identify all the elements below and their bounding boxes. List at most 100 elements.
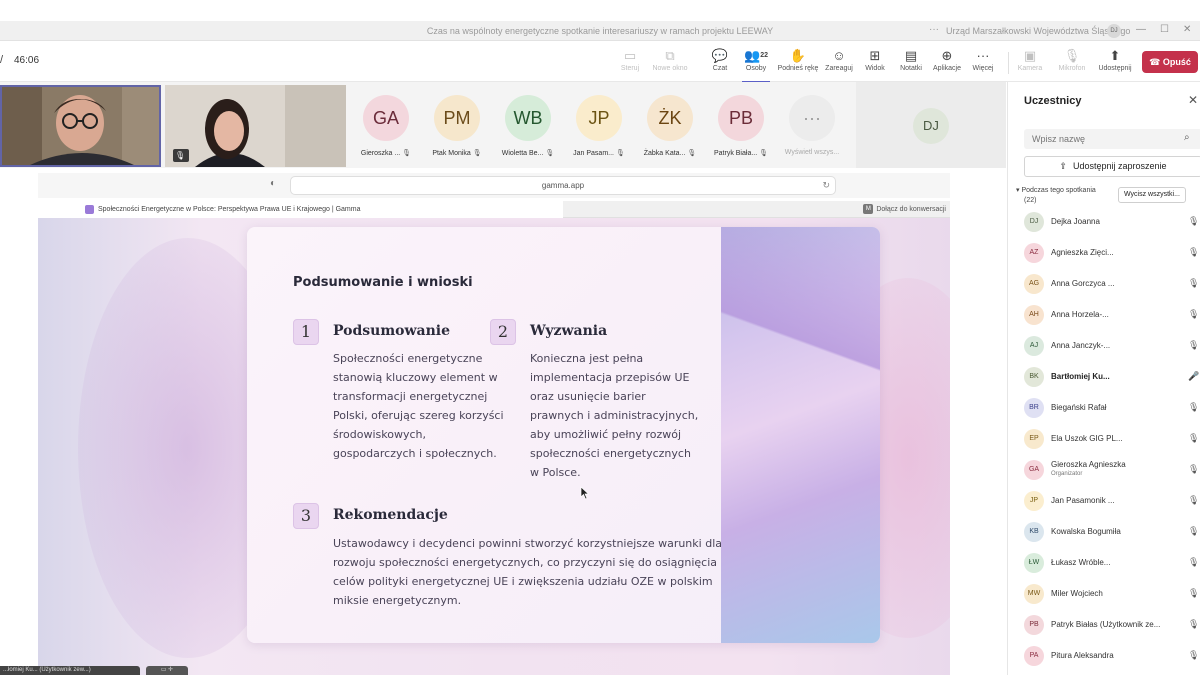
tab-title: Społeczności Energetyczne w Polsce: Pers…	[98, 206, 361, 213]
mute-all-button[interactable]: Wycisz wszystki...	[1118, 187, 1186, 203]
browser-toolbar: ◐ gamma.app ↻	[38, 173, 950, 198]
slide-decorative-image	[721, 227, 880, 643]
mic-muted-icon: 🎙	[615, 150, 625, 157]
woman-video-image	[165, 85, 346, 167]
microphone-button[interactable]: 🎙 Mikrofon	[1050, 47, 1094, 79]
section-title: Wyzwania	[530, 323, 608, 339]
participant-tile[interactable]: JP Jan Pasam... 🎙	[564, 87, 634, 165]
people-button[interactable]: 👥22 Osoby	[734, 47, 778, 83]
section-title: Rekomendacje	[333, 507, 448, 523]
maximize-icon[interactable]: ☐	[1160, 24, 1169, 35]
participant-name: Biegański Rafał	[1051, 403, 1107, 412]
mic-off-icon: 🎙	[1063, 48, 1081, 63]
participant-row[interactable]: MW Miler Wojciech 🎙	[1024, 581, 1200, 607]
participant-row[interactable]: BR Biegański Rafał 🎙	[1024, 395, 1200, 421]
participant-search-input[interactable]	[1024, 129, 1200, 149]
browser-tab: Społeczności Energetyczne w Polsce: Pers…	[38, 201, 563, 218]
raise-hand-button[interactable]: ✋ Podnieś rękę	[776, 47, 820, 79]
close-window-icon[interactable]: ✕	[1183, 24, 1191, 35]
new-window-button[interactable]: ⧉ Nowe okno	[648, 47, 692, 79]
more-button[interactable]: ··· Więcej	[961, 47, 1005, 79]
mic-muted-icon: 🎙	[402, 150, 412, 157]
share-screen-icon: ⬆	[1109, 48, 1121, 63]
panel-title: Uczestnicy	[1024, 95, 1082, 107]
participant-name: Ela Uszok GIG PL...	[1051, 434, 1123, 443]
participant-row[interactable]: BK Bartłomiej Ku... 🎤	[1024, 364, 1200, 390]
participant-row[interactable]: AZ Agnieszka Zięci... 🎙	[1024, 240, 1200, 266]
more-options-icon[interactable]: ···	[929, 24, 939, 35]
control-icon: ▭	[623, 48, 637, 63]
avatar: JP	[576, 95, 622, 141]
close-panel-icon[interactable]: ✕	[1188, 93, 1198, 107]
participant-avatar: ŁW	[1024, 553, 1044, 573]
participant-name: Agnieszka Zięci...	[1051, 248, 1114, 257]
participant-avatar: AG	[1024, 274, 1044, 294]
section-body: Konieczna jest pełna implementacja przep…	[530, 352, 699, 479]
participant-avatar: EP	[1024, 429, 1044, 449]
participant-name: Kowalska Bogumiła	[1051, 527, 1121, 536]
participant-avatar: JP	[1024, 491, 1044, 511]
toolbar-edge-glyph: /	[0, 54, 4, 66]
participant-row[interactable]: GA Gieroszka Agnieszka Organizator 🎙	[1024, 457, 1200, 483]
participant-tile[interactable]: ŻK Żabka Kata... 🎙	[635, 87, 705, 165]
participant-avatar: AZ	[1024, 243, 1044, 263]
avatar: ŻK	[647, 95, 693, 141]
mic-muted-icon: 🎙	[1188, 464, 1200, 474]
avatar: PB	[718, 95, 764, 141]
participant-row[interactable]: PA Pitura Aleksandra 🎙	[1024, 643, 1200, 669]
video-tile-woman[interactable]: 🎙	[165, 85, 346, 167]
video-strip: 🎙 GA Gieroszka ... 🎙 PM Ptak Monika 🎙 WB…	[0, 82, 1006, 168]
participant-tile[interactable]: PB Patryk Biała... 🎙	[706, 87, 776, 165]
participant-tile[interactable]: PM Ptak Monika 🎙	[422, 87, 492, 165]
new-window-icon: ⧉	[665, 48, 675, 63]
ellipsis-icon: ···	[789, 95, 835, 141]
participant-tile[interactable]: WB Wioletta Be... 🎙	[493, 87, 563, 165]
control-button[interactable]: ▭ Steruj	[608, 47, 652, 79]
mic-muted-icon: 🎙	[1188, 309, 1200, 319]
participant-row[interactable]: EP Ela Uszok GIG PL... 🎙	[1024, 426, 1200, 452]
participant-tile[interactable]: GA Gieroszka ... 🎙	[351, 87, 421, 165]
participant-row[interactable]: KB Kowalska Bogumiła 🎙	[1024, 519, 1200, 545]
mic-muted-icon: 🎙	[1188, 278, 1200, 288]
participant-name: Gieroszka Agnieszka	[1051, 460, 1126, 469]
mic-muted-icon: 🎙	[1188, 495, 1200, 505]
participant-avatar: AJ	[1024, 336, 1044, 356]
presenter-controls[interactable]: ▭ ✛	[146, 666, 188, 675]
participant-row[interactable]: ŁW Łukasz Wróble... 🎙	[1024, 550, 1200, 576]
privacy-shield-icon: ◐	[270, 178, 277, 189]
self-video-tile[interactable]: DJ	[856, 82, 1006, 168]
view-all-label: Wyświetl wszys...	[784, 149, 840, 156]
man-video-image	[2, 87, 159, 165]
section-number: 1	[293, 319, 319, 345]
mic-on-icon: 🎤	[1188, 371, 1200, 381]
people-icon: 👥	[744, 48, 761, 63]
mic-muted-icon: 🎙	[1188, 557, 1200, 567]
account-avatar[interactable]: DJ	[1107, 24, 1121, 38]
share-button[interactable]: ⬆ Udostępnij	[1093, 47, 1137, 79]
participant-name: Ptak Monika	[432, 150, 471, 157]
participants-section-header[interactable]: ▾ Podczas tego spotkania (22)	[1016, 186, 1096, 206]
section-body: Ustawodawcy i decydenci powinni stworzyć…	[333, 537, 722, 607]
video-tile-man[interactable]	[0, 85, 161, 167]
share-invite-button[interactable]: ⇪ Udostępnij zaproszenie	[1024, 156, 1200, 177]
mic-muted-icon: 🎙	[687, 150, 697, 157]
participant-row[interactable]: DJ Dejka Joanna 🎙	[1024, 209, 1200, 235]
participant-row[interactable]: AH Anna Horzela-... 🎙	[1024, 302, 1200, 328]
participant-row[interactable]: AJ Anna Janczyk-... 🎙	[1024, 333, 1200, 359]
participants-panel: Uczestnicy ✕ ⌕ ⇪Udostępnij zaproszenie ▾…	[1007, 82, 1200, 675]
participant-name: Dejka Joanna	[1051, 217, 1100, 226]
participant-avatar: AH	[1024, 305, 1044, 325]
participant-name: Pitura Aleksandra	[1051, 651, 1114, 660]
mic-muted-icon: 🎙	[1188, 340, 1200, 350]
url-text: gamma.app	[541, 181, 585, 190]
participant-row[interactable]: AG Anna Gorczyca ... 🎙	[1024, 271, 1200, 297]
view-all-tile[interactable]: ··· Wyświetl wszys...	[777, 87, 847, 165]
camera-button[interactable]: ▣ Kamera	[1008, 47, 1052, 79]
participant-row[interactable]: JP Jan Pasamonik ... 🎙	[1024, 488, 1200, 514]
leave-button[interactable]: ☎ Opuść	[1142, 51, 1198, 73]
participant-row[interactable]: PB Patryk Białas (Użytkownik ze... 🎙	[1024, 612, 1200, 638]
participant-name: Bartłomiej Ku...	[1051, 372, 1110, 381]
hand-icon: ✋	[789, 48, 807, 63]
minimize-icon[interactable]: —	[1136, 24, 1146, 35]
avatar: WB	[505, 95, 551, 141]
